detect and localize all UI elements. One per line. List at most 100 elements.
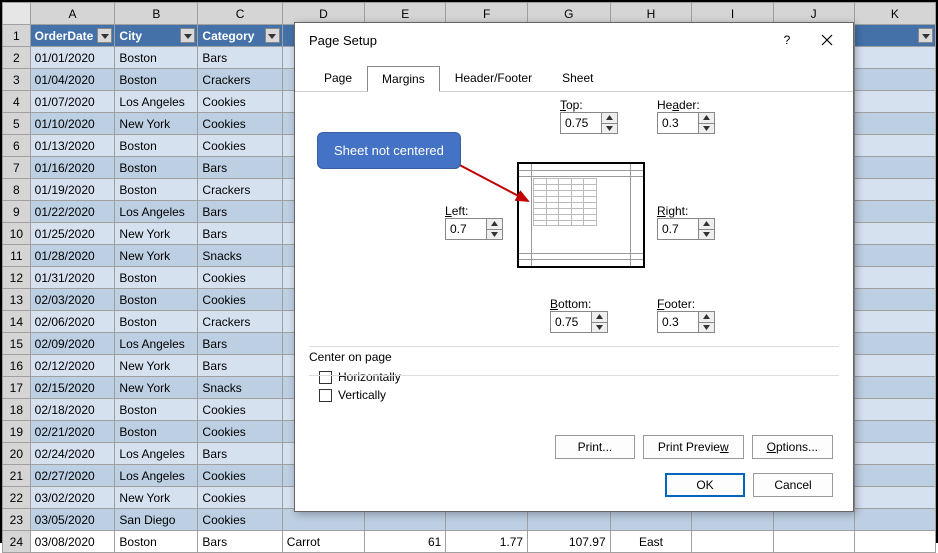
cell[interactable]: 01/13/2020 <box>30 135 115 157</box>
margin-left-spinner[interactable] <box>445 218 503 240</box>
cell[interactable]: 01/04/2020 <box>30 69 115 91</box>
cell[interactable]: Carrot <box>282 531 364 553</box>
tab-page[interactable]: Page <box>309 65 367 91</box>
cell[interactable]: Cookies <box>198 267 282 289</box>
row-header[interactable]: 22 <box>3 487 31 509</box>
cell[interactable]: 01/28/2020 <box>30 245 115 267</box>
row-header[interactable]: 6 <box>3 135 31 157</box>
cell[interactable]: Bars <box>198 223 282 245</box>
cell[interactable] <box>854 377 935 399</box>
table-header-cell[interactable]: City <box>115 25 198 47</box>
cell[interactable] <box>854 531 935 553</box>
cell[interactable]: Cookies <box>198 465 282 487</box>
margin-bottom-input[interactable] <box>551 312 591 332</box>
cell[interactable]: Snacks <box>198 377 282 399</box>
cell[interactable]: New York <box>115 245 198 267</box>
row-header[interactable]: 1 <box>3 25 31 47</box>
row-header[interactable]: 17 <box>3 377 31 399</box>
row-header[interactable]: 14 <box>3 311 31 333</box>
cell[interactable]: Cookies <box>198 487 282 509</box>
row-header[interactable]: 4 <box>3 91 31 113</box>
cell[interactable]: Bars <box>198 531 282 553</box>
cell[interactable] <box>773 531 854 553</box>
cell[interactable] <box>854 443 935 465</box>
row-header[interactable]: 15 <box>3 333 31 355</box>
row-header[interactable]: 10 <box>3 223 31 245</box>
row-header[interactable]: 11 <box>3 245 31 267</box>
cell[interactable]: Cookies <box>198 421 282 443</box>
cell[interactable] <box>854 333 935 355</box>
cell[interactable]: Boston <box>115 135 198 157</box>
cell[interactable]: Bars <box>198 201 282 223</box>
print-preview-button[interactable]: Print Preview <box>643 435 744 459</box>
cell[interactable]: 02/15/2020 <box>30 377 115 399</box>
print-button[interactable]: Print... <box>555 435 635 459</box>
row-header[interactable]: 18 <box>3 399 31 421</box>
cell[interactable] <box>854 135 935 157</box>
cell[interactable]: 02/21/2020 <box>30 421 115 443</box>
cell[interactable] <box>854 421 935 443</box>
ok-button[interactable]: OK <box>665 473 745 497</box>
cell[interactable] <box>854 47 935 69</box>
row-header[interactable]: 13 <box>3 289 31 311</box>
cell[interactable] <box>854 223 935 245</box>
cell[interactable]: Bars <box>198 47 282 69</box>
margin-right-input[interactable] <box>658 219 698 239</box>
row-header[interactable]: 8 <box>3 179 31 201</box>
spinner-up[interactable] <box>699 219 714 229</box>
margin-footer-input[interactable] <box>658 312 698 332</box>
tab-sheet[interactable]: Sheet <box>547 65 608 91</box>
cell[interactable] <box>854 487 935 509</box>
cell[interactable]: Cookies <box>198 91 282 113</box>
cell[interactable]: Bars <box>198 333 282 355</box>
cell[interactable]: Crackers <box>198 179 282 201</box>
cell[interactable]: 61 <box>365 531 446 553</box>
col-header[interactable]: B <box>115 3 198 25</box>
cell[interactable]: Bars <box>198 157 282 179</box>
row-header[interactable]: 16 <box>3 355 31 377</box>
row-header[interactable]: 12 <box>3 267 31 289</box>
cell[interactable] <box>854 201 935 223</box>
filter-dropdown-icon[interactable] <box>180 28 195 43</box>
col-header[interactable]: C <box>198 3 282 25</box>
cell[interactable]: Boston <box>115 267 198 289</box>
cell[interactable] <box>854 289 935 311</box>
row-header[interactable]: 3 <box>3 69 31 91</box>
cell[interactable]: Los Angeles <box>115 443 198 465</box>
cell[interactable]: 03/08/2020 <box>30 531 115 553</box>
row-header[interactable]: 21 <box>3 465 31 487</box>
cell[interactable]: New York <box>115 223 198 245</box>
cell[interactable] <box>854 179 935 201</box>
cell[interactable] <box>854 465 935 487</box>
cell[interactable]: 01/07/2020 <box>30 91 115 113</box>
cell[interactable]: Boston <box>115 311 198 333</box>
cell[interactable]: Boston <box>115 531 198 553</box>
cell[interactable]: 03/02/2020 <box>30 487 115 509</box>
cell[interactable]: 01/10/2020 <box>30 113 115 135</box>
cell[interactable]: New York <box>115 377 198 399</box>
options-button[interactable]: Options... <box>752 435 833 459</box>
center-horizontally-checkbox[interactable]: Horizontally <box>319 370 401 384</box>
table-header-cell[interactable]: OrderDate <box>30 25 115 47</box>
cell[interactable]: 01/01/2020 <box>30 47 115 69</box>
cell[interactable]: 02/18/2020 <box>30 399 115 421</box>
spinner-up[interactable] <box>592 312 607 322</box>
cell[interactable]: 02/09/2020 <box>30 333 115 355</box>
cell[interactable] <box>854 69 935 91</box>
cell[interactable]: 02/03/2020 <box>30 289 115 311</box>
cell[interactable]: 01/25/2020 <box>30 223 115 245</box>
row-header[interactable]: 23 <box>3 509 31 531</box>
cell[interactable] <box>854 91 935 113</box>
cell[interactable]: Boston <box>115 289 198 311</box>
row-header[interactable]: 24 <box>3 531 31 553</box>
cell[interactable]: 01/19/2020 <box>30 179 115 201</box>
cell[interactable]: Cookies <box>198 289 282 311</box>
row-header[interactable]: 5 <box>3 113 31 135</box>
row-header[interactable]: 9 <box>3 201 31 223</box>
cell[interactable]: 02/12/2020 <box>30 355 115 377</box>
spinner-up[interactable] <box>487 219 502 229</box>
spinner-down[interactable] <box>487 229 502 240</box>
cell[interactable]: 1.77 <box>446 531 528 553</box>
cell[interactable] <box>854 399 935 421</box>
cell[interactable]: 01/16/2020 <box>30 157 115 179</box>
